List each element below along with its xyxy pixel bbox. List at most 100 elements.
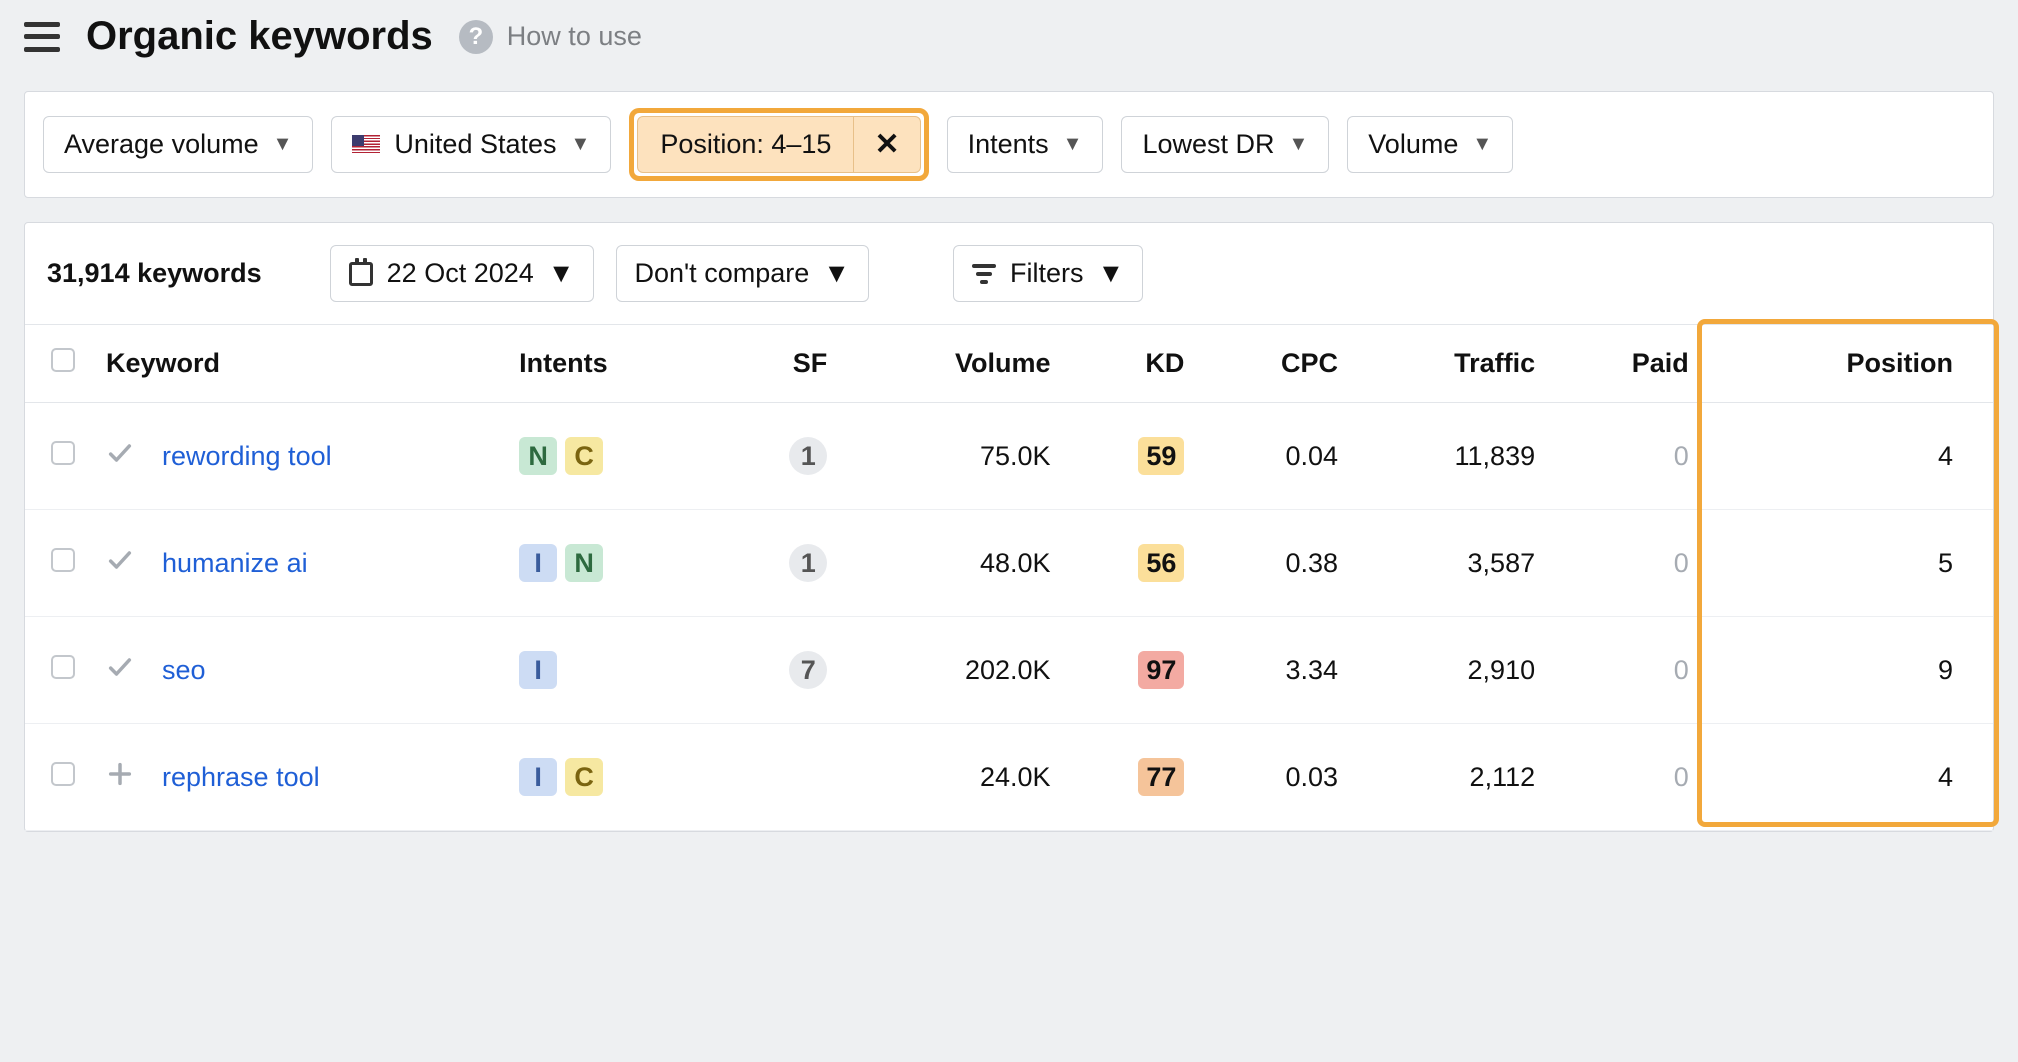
volume-cell: 24.0K <box>841 724 1064 831</box>
checkmark-icon[interactable] <box>92 403 148 510</box>
intent-badge: C <box>565 437 603 475</box>
table-row: seoI7202.0K973.342,91009 <box>25 617 1993 724</box>
keyword-link[interactable]: humanize ai <box>162 548 308 578</box>
select-all-checkbox[interactable] <box>51 348 75 372</box>
filter-position-label: Position: 4–15 <box>638 117 853 172</box>
results-card: 31,914 keywords 22 Oct 2024 ▼ Don't comp… <box>24 222 1994 832</box>
filter-avg-volume[interactable]: Average volume ▼ <box>43 116 313 173</box>
filter-avg-volume-label: Average volume <box>64 129 259 160</box>
date-label: 22 Oct 2024 <box>387 258 534 289</box>
kd-pill: 56 <box>1138 544 1184 582</box>
filter-position-highlight: Position: 4–15 ✕ <box>629 108 928 181</box>
intent-badge: N <box>565 544 603 582</box>
how-to-use-label: How to use <box>507 21 642 52</box>
cpc-cell: 3.34 <box>1198 617 1352 724</box>
intent-badge: C <box>565 758 603 796</box>
sf-pill: 1 <box>789 544 827 582</box>
page-header: Organic keywords ? How to use <box>0 0 2018 91</box>
chevron-down-icon: ▼ <box>823 258 850 289</box>
col-traffic[interactable]: Traffic <box>1352 325 1549 403</box>
intent-badge: I <box>519 651 557 689</box>
paid-cell: 0 <box>1549 724 1703 831</box>
filter-position[interactable]: Position: 4–15 ✕ <box>637 116 920 173</box>
checkmark-icon[interactable] <box>92 510 148 617</box>
kd-pill: 97 <box>1138 651 1184 689</box>
sf-cell: 1 <box>722 510 841 617</box>
position-cell: 4 <box>1703 724 1993 831</box>
filter-intents-label: Intents <box>968 129 1049 160</box>
keyword-link[interactable]: rewording tool <box>162 441 332 471</box>
how-to-use[interactable]: ? How to use <box>459 20 642 54</box>
filter-bar: Average volume ▼ United States ▼ Positio… <box>24 91 1994 198</box>
position-cell: 4 <box>1703 403 1993 510</box>
kd-cell: 77 <box>1065 724 1199 831</box>
keyword-link[interactable]: seo <box>162 655 206 685</box>
col-keyword[interactable]: Keyword <box>92 325 505 403</box>
row-checkbox[interactable] <box>51 548 75 572</box>
table-row: rewording toolNC175.0K590.0411,83904 <box>25 403 1993 510</box>
us-flag-icon <box>352 135 380 155</box>
col-position[interactable]: Position <box>1703 325 1993 403</box>
intent-badge: I <box>519 758 557 796</box>
filter-lowest-dr[interactable]: Lowest DR ▼ <box>1121 116 1329 173</box>
chevron-down-icon: ▼ <box>1472 133 1492 156</box>
calendar-icon <box>349 262 373 286</box>
chevron-down-icon: ▼ <box>571 133 591 156</box>
filter-volume[interactable]: Volume ▼ <box>1347 116 1513 173</box>
chevron-down-icon: ▼ <box>1288 133 1308 156</box>
intents-cell: IC <box>505 724 722 831</box>
filter-intents[interactable]: Intents ▼ <box>947 116 1104 173</box>
sf-pill: 1 <box>789 437 827 475</box>
sf-cell: 7 <box>722 617 841 724</box>
col-intents[interactable]: Intents <box>505 325 722 403</box>
kd-pill: 59 <box>1138 437 1184 475</box>
filter-lowest-dr-label: Lowest DR <box>1142 129 1274 160</box>
traffic-cell: 2,910 <box>1352 617 1549 724</box>
intents-cell: IN <box>505 510 722 617</box>
intents-cell: I <box>505 617 722 724</box>
col-sf[interactable]: SF <box>722 325 841 403</box>
row-checkbox[interactable] <box>51 762 75 786</box>
compare-select[interactable]: Don't compare ▼ <box>616 245 869 302</box>
sf-cell: 1 <box>722 403 841 510</box>
keyword-count: 31,914 keywords <box>47 258 262 289</box>
table-row: rephrase toolIC24.0K770.032,11204 <box>25 724 1993 831</box>
compare-label: Don't compare <box>635 258 810 289</box>
table-wrap: Keyword Intents SF Volume KD CPC Traffic… <box>25 324 1993 831</box>
row-checkbox[interactable] <box>51 655 75 679</box>
filters-button[interactable]: Filters ▼ <box>953 245 1143 302</box>
filter-country-label: United States <box>394 129 556 160</box>
checkmark-icon[interactable] <box>92 617 148 724</box>
sf-cell <box>722 724 841 831</box>
traffic-cell: 11,839 <box>1352 403 1549 510</box>
col-kd[interactable]: KD <box>1065 325 1199 403</box>
filter-country[interactable]: United States ▼ <box>331 116 611 173</box>
help-icon: ? <box>459 20 493 54</box>
col-paid[interactable]: Paid <box>1549 325 1703 403</box>
kd-pill: 77 <box>1138 758 1184 796</box>
table-row: humanize aiIN148.0K560.383,58705 <box>25 510 1993 617</box>
col-volume[interactable]: Volume <box>841 325 1064 403</box>
intent-badge: N <box>519 437 557 475</box>
col-cpc[interactable]: CPC <box>1198 325 1352 403</box>
traffic-cell: 2,112 <box>1352 724 1549 831</box>
sf-pill: 7 <box>789 651 827 689</box>
chevron-down-icon: ▼ <box>1063 133 1083 156</box>
row-checkbox[interactable] <box>51 441 75 465</box>
plus-icon[interactable] <box>92 724 148 831</box>
filter-icon <box>972 264 996 284</box>
results-toolbar: 31,914 keywords 22 Oct 2024 ▼ Don't comp… <box>25 223 1993 324</box>
chevron-down-icon: ▼ <box>1097 258 1124 289</box>
paid-cell: 0 <box>1549 403 1703 510</box>
paid-cell: 0 <box>1549 617 1703 724</box>
keyword-link[interactable]: rephrase tool <box>162 762 320 792</box>
menu-icon[interactable] <box>24 22 60 52</box>
date-picker[interactable]: 22 Oct 2024 ▼ <box>330 245 594 302</box>
volume-cell: 202.0K <box>841 617 1064 724</box>
filters-label: Filters <box>1010 258 1084 289</box>
volume-cell: 48.0K <box>841 510 1064 617</box>
close-icon[interactable]: ✕ <box>853 117 919 172</box>
chevron-down-icon: ▼ <box>548 258 575 289</box>
intent-badge: I <box>519 544 557 582</box>
cpc-cell: 0.04 <box>1198 403 1352 510</box>
